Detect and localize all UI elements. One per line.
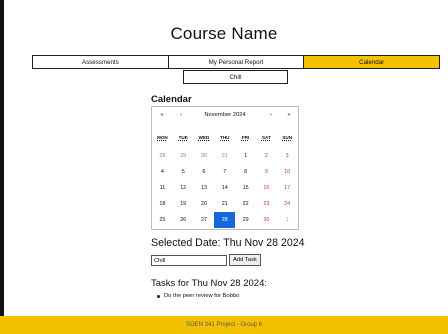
weekday-sun: SUN	[282, 135, 293, 140]
weekday-wed: WED	[198, 135, 210, 140]
next-month-button[interactable]: ›	[265, 112, 277, 118]
day-grid: 28 29 30 31 1 2 3 4 5 6 7 8 9 10 11 12 13 14 15 16 17 18 19 20 2…	[152, 148, 298, 228]
bullet-icon	[157, 294, 160, 298]
calendar-day[interactable]: 27	[194, 212, 215, 228]
calendar-widget: « ‹ November 2024 › » MON TUE WED THU FRI SAT…	[151, 106, 299, 230]
calendar-day[interactable]: 26	[173, 212, 194, 228]
selected-date-heading: Selected Date: Thu Nov 28 2024	[151, 237, 305, 249]
calendar-day[interactable]: 24	[277, 196, 298, 212]
weekday-fri: FRI	[241, 135, 250, 140]
calendar-day[interactable]: 9	[256, 164, 277, 180]
calendar-day[interactable]: 28	[214, 212, 236, 228]
calendar-heading: Calendar	[151, 94, 192, 105]
calendar-day[interactable]: 20	[194, 196, 215, 212]
footer-text: SOEN 341 Project - Group 6	[185, 322, 263, 328]
calendar-day[interactable]: 11	[152, 180, 173, 196]
task-list: Do the peer review for Bobbo	[157, 293, 239, 299]
calendar-day[interactable]: 13	[194, 180, 215, 196]
task-item: Do the peer review for Bobbo	[157, 293, 239, 299]
calendar-day[interactable]: 29	[235, 212, 256, 228]
tab-my-personal-report[interactable]: My Personal Report	[168, 56, 305, 68]
weekday-mon: MON	[157, 135, 168, 140]
window-edge	[0, 0, 4, 334]
calendar-day[interactable]: 1	[277, 212, 298, 228]
calendar-day[interactable]: 5	[173, 164, 194, 180]
tab-calendar[interactable]: Calendar	[304, 56, 440, 68]
calendar-day[interactable]: 18	[152, 196, 173, 212]
calendar-day[interactable]: 7	[214, 164, 235, 180]
calendar-day[interactable]: 6	[194, 164, 215, 180]
calendar-day[interactable]: 2	[256, 148, 277, 164]
calendar-day[interactable]: 22	[235, 196, 256, 212]
calendar-day[interactable]: 16	[256, 180, 277, 196]
tasks-heading: Tasks for Thu Nov 28 2024:	[151, 278, 267, 289]
calendar-day[interactable]: 8	[235, 164, 256, 180]
calendar-day[interactable]: 30	[194, 148, 215, 164]
month-label[interactable]: November 2024	[188, 112, 262, 118]
next-year-button[interactable]: »	[283, 112, 295, 118]
footer: SOEN 341 Project - Group 6	[0, 316, 448, 334]
calendar-day[interactable]: 10	[277, 164, 298, 180]
calendar-navigation: « ‹ November 2024 › »	[152, 112, 298, 124]
calendar-day[interactable]: 30	[256, 212, 277, 228]
weekday-thu: THU	[220, 135, 230, 140]
calendar-day[interactable]: 4	[152, 164, 173, 180]
add-task-form: Add Task	[151, 254, 261, 266]
add-task-button[interactable]: Add Task	[229, 254, 261, 266]
calendar-day[interactable]: 3	[277, 148, 298, 164]
task-text: Do the peer review for Bobbo	[164, 293, 240, 299]
calendar-day[interactable]: 15	[235, 180, 256, 196]
weekday-header: MON TUE WED THU FRI SAT SUN	[152, 135, 298, 145]
main-tabs: Assessments My Personal Report Calendar	[32, 55, 440, 69]
calendar-day[interactable]: 25	[152, 212, 173, 228]
weekday-sat: SAT	[261, 135, 271, 140]
task-input[interactable]	[151, 255, 227, 266]
prev-month-button[interactable]: ‹	[175, 112, 187, 118]
calendar-day[interactable]: 14	[214, 180, 235, 196]
prev-year-button[interactable]: «	[156, 112, 168, 118]
calendar-day[interactable]: 28	[152, 148, 173, 164]
weekday-tue: TUE	[178, 135, 188, 140]
calendar-day[interactable]: 1	[235, 148, 256, 164]
calendar-day[interactable]: 17	[277, 180, 298, 196]
page-title: Course Name	[170, 24, 278, 43]
calendar-day[interactable]: 29	[173, 148, 194, 164]
calendar-day[interactable]: 19	[173, 196, 194, 212]
calendar-day[interactable]: 21	[214, 196, 235, 212]
calendar-day[interactable]: 31	[214, 148, 235, 164]
calendar-day[interactable]: 23	[256, 196, 277, 212]
calendar-day[interactable]: 12	[173, 180, 194, 196]
tab-assessments[interactable]: Assessments	[33, 56, 169, 68]
subtab-chill[interactable]: Chill	[183, 70, 288, 84]
